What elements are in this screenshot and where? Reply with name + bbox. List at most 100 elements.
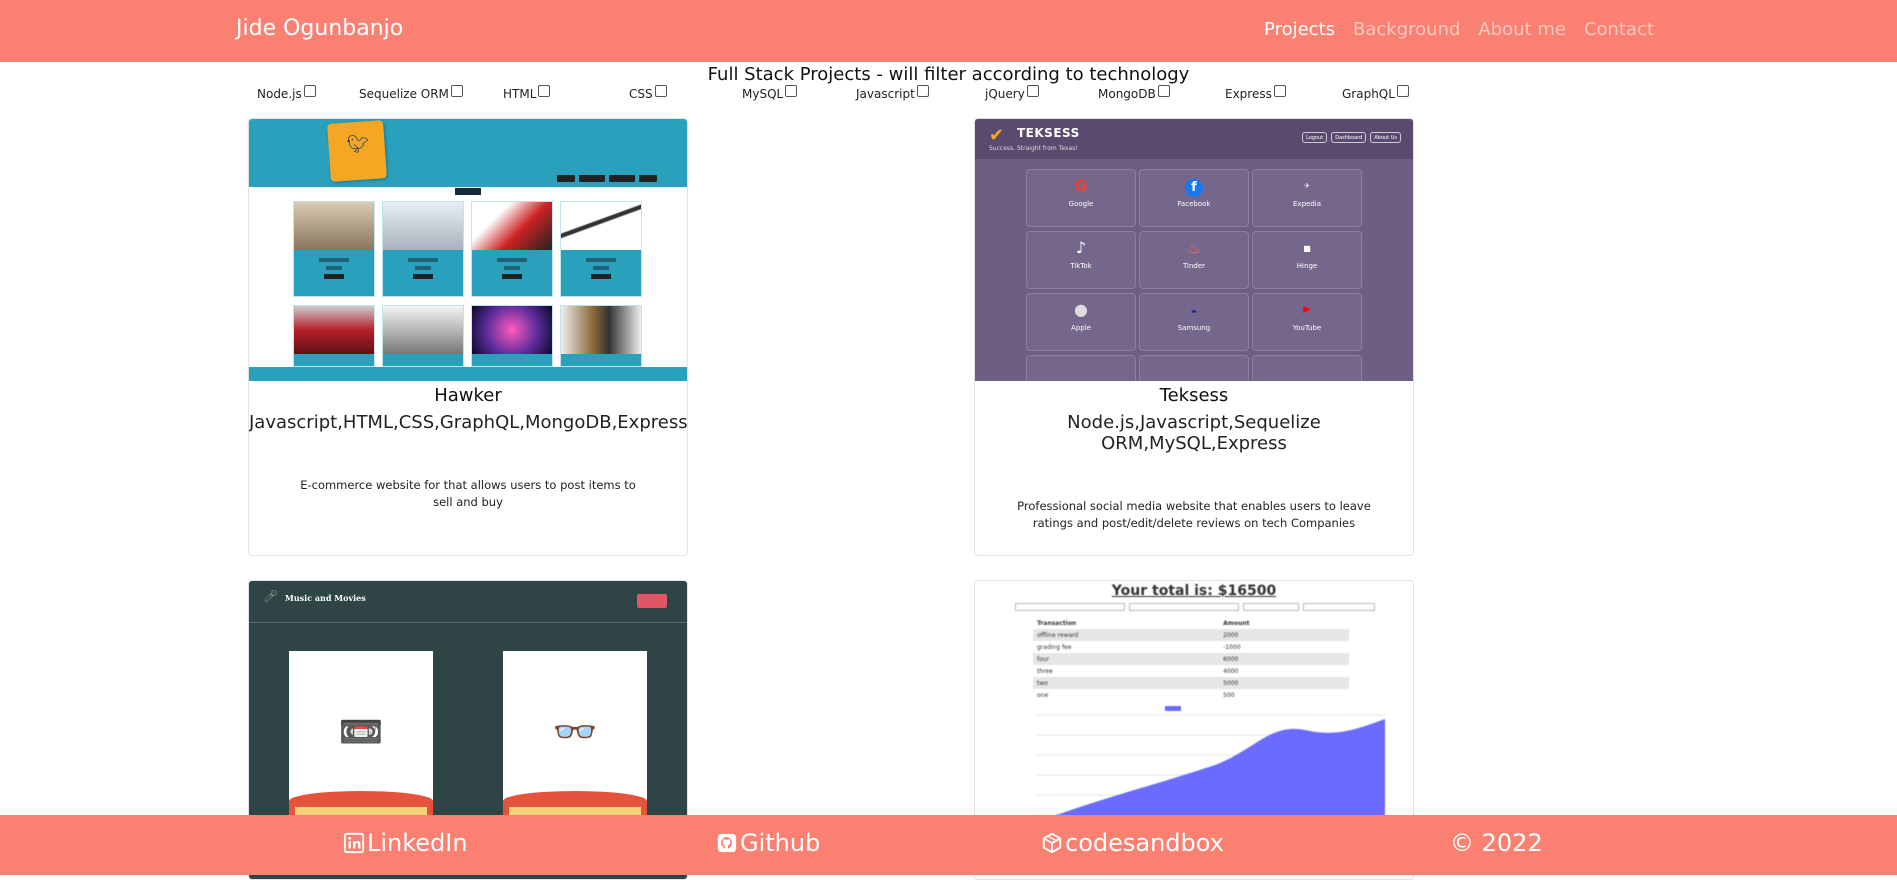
linkedin-icon: [343, 832, 365, 854]
company-tile: ■ Hinge: [1252, 231, 1362, 289]
filter-checkbox[interactable]: [785, 85, 798, 97]
filter-javascript[interactable]: Javascript: [856, 85, 929, 101]
filter-css[interactable]: CSS: [629, 85, 667, 101]
project-technologies: Javascript,HTML,CSS,GraphQL,MongoDB,Expr…: [249, 412, 688, 433]
screenshot-nav-button: About Us: [1370, 132, 1401, 143]
project-technologies: Node.js,Javascript,Sequelize ORM,MySQL,E…: [1067, 412, 1321, 454]
expedia-icon: ✈: [1304, 182, 1310, 190]
screenshot-brand: TEKSESS: [1017, 126, 1080, 140]
product-tile: [471, 201, 553, 297]
product-tile: [560, 201, 642, 297]
project-screenshot[interactable]: 🐦︎: [249, 119, 687, 381]
hawker-logo: 🐦︎: [327, 120, 387, 182]
company-tile: ● Apple: [1026, 293, 1136, 351]
project-description: E-commerce website for that allows users…: [300, 478, 636, 509]
project-card-teksess[interactable]: ✔ TEKSESS Success, Straight from Texas! …: [974, 118, 1414, 556]
nav-link-projects[interactable]: Projects: [1264, 19, 1335, 40]
company-tile: [1026, 355, 1136, 381]
navbar: Jide Ogunbanjo Projects Background About…: [0, 0, 1897, 62]
company-tile: ♪ TikTok: [1026, 231, 1136, 289]
nav-link-about-me[interactable]: About me: [1478, 19, 1566, 40]
technology-filters: Node.js Sequelize ORM HTML CSS MySQL Jav…: [257, 85, 1417, 107]
filter-label: MongoDB: [1098, 87, 1156, 101]
filter-label: Node.js: [257, 87, 302, 101]
github-icon: [717, 833, 737, 853]
screenshot-title: Music and Movies: [285, 593, 366, 603]
screenshot-category: [455, 188, 481, 195]
budget-inputs: [1015, 603, 1375, 611]
filter-label: HTML: [503, 87, 537, 101]
linkedin-label: LinkedIn: [367, 829, 468, 857]
github-link[interactable]: Github: [716, 829, 820, 857]
screenshot-nav: Logout Dashboard About Us: [1302, 132, 1401, 143]
budget-area-chart: [1035, 706, 1385, 825]
filter-label: CSS: [629, 87, 653, 101]
project-card-hawker[interactable]: 🐦︎ Hawker Javascript,HTML,CSS,GraphQL,Mo…: [248, 118, 688, 556]
filter-express[interactable]: Express: [1225, 85, 1286, 101]
project-screenshot[interactable]: ✔ TEKSESS Success, Straight from Texas! …: [975, 119, 1413, 381]
apple-icon: ●: [1074, 300, 1088, 319]
filter-checkbox[interactable]: [450, 85, 463, 97]
filter-checkbox[interactable]: [1157, 85, 1170, 97]
product-tile: [293, 305, 375, 367]
filter-label: jQuery: [985, 87, 1025, 101]
filter-mysql[interactable]: MySQL: [742, 85, 798, 101]
checkmark-icon: ✔: [989, 125, 1005, 146]
filter-label: Sequelize ORM: [359, 87, 449, 101]
filter-checkbox[interactable]: [1026, 85, 1039, 97]
screenshot-tagline: Success, Straight from Texas!: [989, 145, 1078, 152]
nav-links: Projects Background About me Contact: [1264, 19, 1654, 40]
company-tile: G Google: [1026, 169, 1136, 227]
facebook-icon: f: [1140, 176, 1248, 197]
codesandbox-icon: [1042, 832, 1062, 854]
github-label: Github: [740, 829, 821, 857]
filter-checkbox[interactable]: [654, 85, 667, 97]
filter-label: Express: [1225, 87, 1272, 101]
page-heading: Full Stack Projects - will filter accord…: [707, 64, 1190, 85]
codesandbox-label: codesandbox: [1065, 829, 1224, 857]
filter-nodejs[interactable]: Node.js: [257, 85, 316, 101]
filter-label: Javascript: [856, 87, 915, 101]
filter-checkbox[interactable]: [538, 85, 551, 97]
product-tile: [382, 305, 464, 367]
filter-checkbox[interactable]: [1273, 85, 1286, 97]
company-tile: [1139, 355, 1249, 381]
project-title: Hawker: [434, 385, 502, 406]
project-title: Teksess: [1159, 385, 1229, 406]
filter-html[interactable]: HTML: [503, 85, 551, 101]
filter-checkbox[interactable]: [916, 85, 929, 97]
budget-total: Your total is: $16500: [1111, 583, 1277, 599]
nav-link-background[interactable]: Background: [1353, 19, 1460, 40]
filter-checkbox[interactable]: [303, 85, 316, 97]
filter-jquery[interactable]: jQuery: [985, 85, 1039, 101]
filter-mongodb[interactable]: MongoDB: [1098, 85, 1170, 101]
product-tile: [560, 305, 642, 367]
nav-link-contact[interactable]: Contact: [1584, 19, 1654, 40]
samsung-icon: ▬: [1191, 308, 1197, 315]
tiktok-icon: ♪: [1075, 238, 1087, 257]
tinder-icon: ♨: [1186, 238, 1202, 257]
linkedin-link[interactable]: LinkedIn: [343, 829, 468, 857]
product-tile: [471, 305, 553, 367]
filter-label: MySQL: [742, 87, 784, 101]
brand-name[interactable]: Jide Ogunbanjo: [236, 16, 403, 41]
project-description: Professional social media website that e…: [1017, 499, 1371, 530]
codesandbox-link[interactable]: codesandbox: [1041, 829, 1224, 857]
product-tile: [382, 201, 464, 297]
filter-graphql[interactable]: GraphQL: [1342, 85, 1409, 101]
product-tile: [293, 201, 375, 297]
screenshot-nav-button: Dashboard: [1331, 132, 1367, 143]
company-tile: ♨ Tinder: [1139, 231, 1249, 289]
company-tile: ✈ Expedia: [1252, 169, 1362, 227]
google-icon: G: [1074, 176, 1088, 195]
hinge-icon: ■: [1303, 244, 1311, 253]
3d-glasses-icon: 👓: [552, 712, 598, 753]
company-tile: [1252, 355, 1362, 381]
transactions-table: Transaction Amount offline reward 2000 gra…: [1033, 617, 1349, 701]
filter-checkbox[interactable]: [1396, 85, 1409, 97]
company-tile: ▬ Samsung: [1139, 293, 1249, 351]
filter-sequelize-orm[interactable]: Sequelize ORM: [359, 85, 463, 101]
youtube-icon: ▶: [1303, 304, 1311, 315]
microphone-icon: 🎤︎: [263, 589, 279, 603]
screenshot-footer: [249, 367, 687, 381]
